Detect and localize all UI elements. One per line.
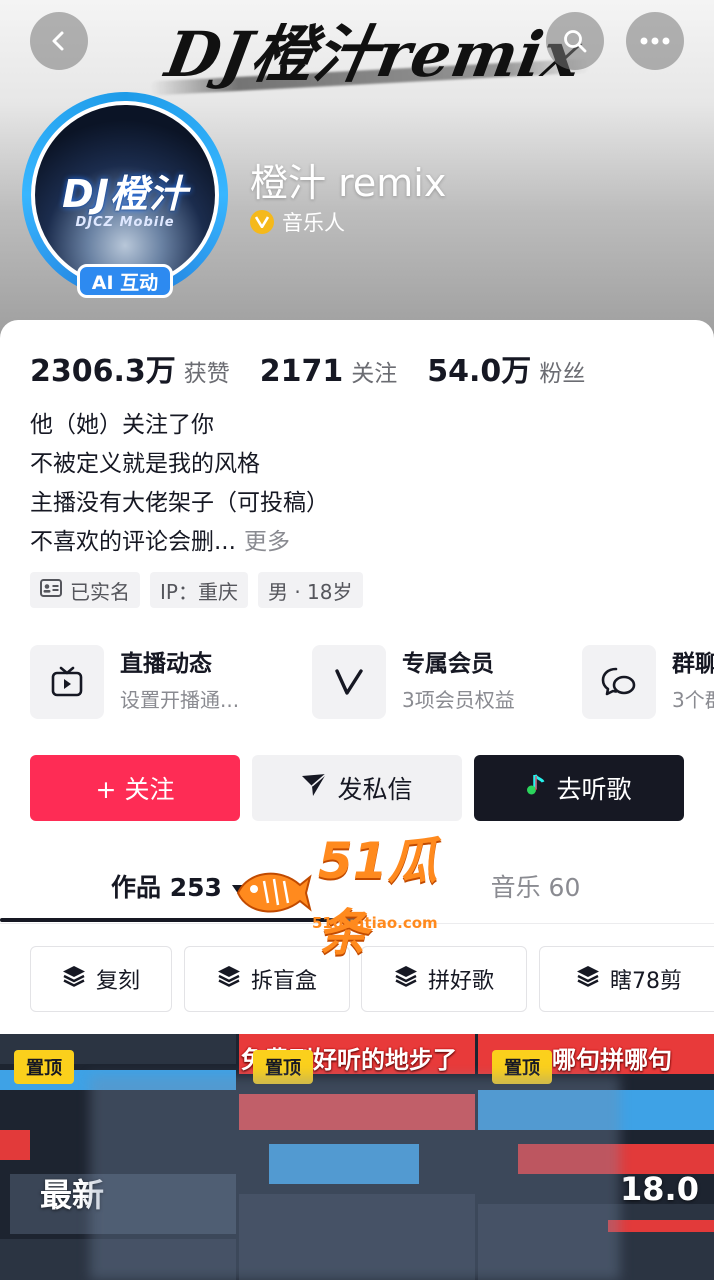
watermark-url: 51guatiao.com [312, 914, 438, 932]
back-button[interactable] [30, 12, 88, 70]
avatar-subtext: DJCZ Mobile [75, 215, 175, 230]
watermark: 51瓜条 51guatiao.com [234, 832, 484, 962]
feature-live[interactable]: 直播动态 设置开播通... [30, 645, 239, 719]
tag-real-name: 已实名 [30, 572, 140, 608]
message-button-label: 发私信 [337, 775, 413, 804]
tv-icon [30, 645, 104, 719]
tag-ip: IP：重庆 [150, 572, 248, 608]
stat-followers[interactable]: 54.0万 粉丝 [427, 346, 585, 390]
music-note-icon [526, 773, 546, 803]
search-button[interactable] [546, 12, 604, 70]
feature-live-sub: 设置开播通... [120, 688, 240, 712]
action-buttons: + 关注 发私信 去听歌 [30, 755, 684, 821]
back-icon [47, 29, 71, 53]
chip-random-cut-label: 瞎78剪 [610, 969, 682, 994]
stat-likes-label: 获赞 [183, 361, 230, 387]
layers-icon [62, 965, 86, 993]
member-v-icon [312, 645, 386, 719]
video-overlay-number: 18.0 [620, 1170, 699, 1208]
pinned-badge: 置顶 [14, 1050, 74, 1084]
layers-icon [576, 965, 600, 993]
more-icon [640, 37, 670, 45]
feature-membership[interactable]: 专属会员 3项会员权益 [312, 645, 515, 719]
tab-works-label: 作品 253 [111, 873, 222, 902]
search-icon [562, 28, 588, 54]
avatar[interactable]: DJ橙汁 DJCZ Mobile [31, 101, 219, 289]
tag-gender-age-label: 男 · 18岁 [267, 579, 353, 604]
watermark-brand: 51瓜条 [318, 832, 438, 962]
bio: 他（她）关注了你 不被定义就是我的风格 主播没有大佬架子（可投稿） 不喜欢的评论… [30, 406, 329, 562]
tag-gender-age: 男 · 18岁 [257, 572, 363, 608]
chat-icon [582, 645, 656, 719]
bio-line-text: 不喜欢的评论会删... [30, 529, 236, 555]
tag-real-name-label: 已实名 [70, 579, 130, 604]
bio-line-last: 不喜欢的评论会删... 更多 [30, 523, 329, 562]
chip-copy-label: 复刻 [95, 969, 140, 994]
listen-button[interactable]: 去听歌 [474, 755, 684, 821]
stat-likes[interactable]: 2306.3万 获赞 [30, 346, 230, 390]
verified-row: 音乐人 [250, 207, 345, 237]
follow-button[interactable]: + 关注 [30, 755, 240, 821]
banner-title: DJ橙汁remix [160, 18, 588, 91]
chip-blind-box-label: 拆盲盒 [250, 969, 317, 994]
id-card-icon [40, 578, 62, 602]
profile-sheet: 2306.3万 获赞 2171 关注 54.0万 粉丝 他（她）关注了你 不被定… [0, 320, 714, 1280]
avatar-logo-text: DJ橙汁 [62, 172, 188, 216]
bio-line: 不被定义就是我的风格 [30, 451, 260, 477]
verified-v-icon [250, 210, 274, 234]
message-button[interactable]: 发私信 [252, 755, 462, 821]
feature-entries: 直播动态 设置开播通... 专属会员 3项会员权益 群聊 3个群 [30, 645, 714, 719]
layers-icon [217, 965, 241, 993]
stat-following-value: 2171 [259, 354, 344, 389]
ai-interaction-badge[interactable]: AI 互动 [77, 264, 173, 298]
feature-membership-title: 专属会员 [402, 651, 494, 677]
layers-icon [394, 965, 418, 993]
more-button[interactable] [626, 12, 684, 70]
chip-good-songs-label: 拼好歌 [427, 969, 494, 994]
bio-line: 主播没有大佬架子（可投稿） [30, 490, 329, 516]
tag-ip-label: IP：重庆 [160, 579, 238, 604]
fish-logo-icon [234, 863, 312, 923]
stats-row: 2306.3万 获赞 2171 关注 54.0万 粉丝 [30, 346, 615, 390]
profile-tags: 已实名 IP：重庆 男 · 18岁 [30, 572, 363, 608]
listen-button-label: 去听歌 [556, 775, 632, 804]
chip-random-cut[interactable]: 瞎78剪 [539, 946, 714, 1012]
feature-group-chat-sub: 3个群 [672, 688, 714, 712]
stat-followers-label: 粉丝 [539, 361, 586, 387]
feature-membership-sub: 3项会员权益 [402, 688, 515, 712]
stat-followers-value: 54.0万 [427, 354, 532, 389]
stat-likes-value: 2306.3万 [30, 354, 176, 389]
bio-line: 他（她）关注了你 [30, 412, 214, 438]
profile-name: 橙汁 remix [250, 161, 447, 205]
feature-live-title: 直播动态 [120, 651, 212, 677]
bio-more-link[interactable]: 更多 [244, 529, 290, 555]
chip-copy[interactable]: 复刻 [30, 946, 172, 1012]
video-overlay-title: 哪句拼哪句 [552, 1046, 672, 1074]
feature-group-chat[interactable]: 群聊 3个群 [582, 645, 714, 719]
stat-following-label: 关注 [351, 361, 398, 387]
mosaic-blur [90, 1076, 620, 1280]
feature-group-chat-title: 群聊 [672, 651, 714, 677]
video-grid: 置顶 最新 免费到好听的地步了 置顶 哪句拼哪句 置顶 18.0 [0, 1034, 714, 1280]
verified-label: 音乐人 [282, 211, 345, 235]
send-icon [301, 773, 327, 803]
stat-following[interactable]: 2171 关注 [260, 354, 398, 389]
